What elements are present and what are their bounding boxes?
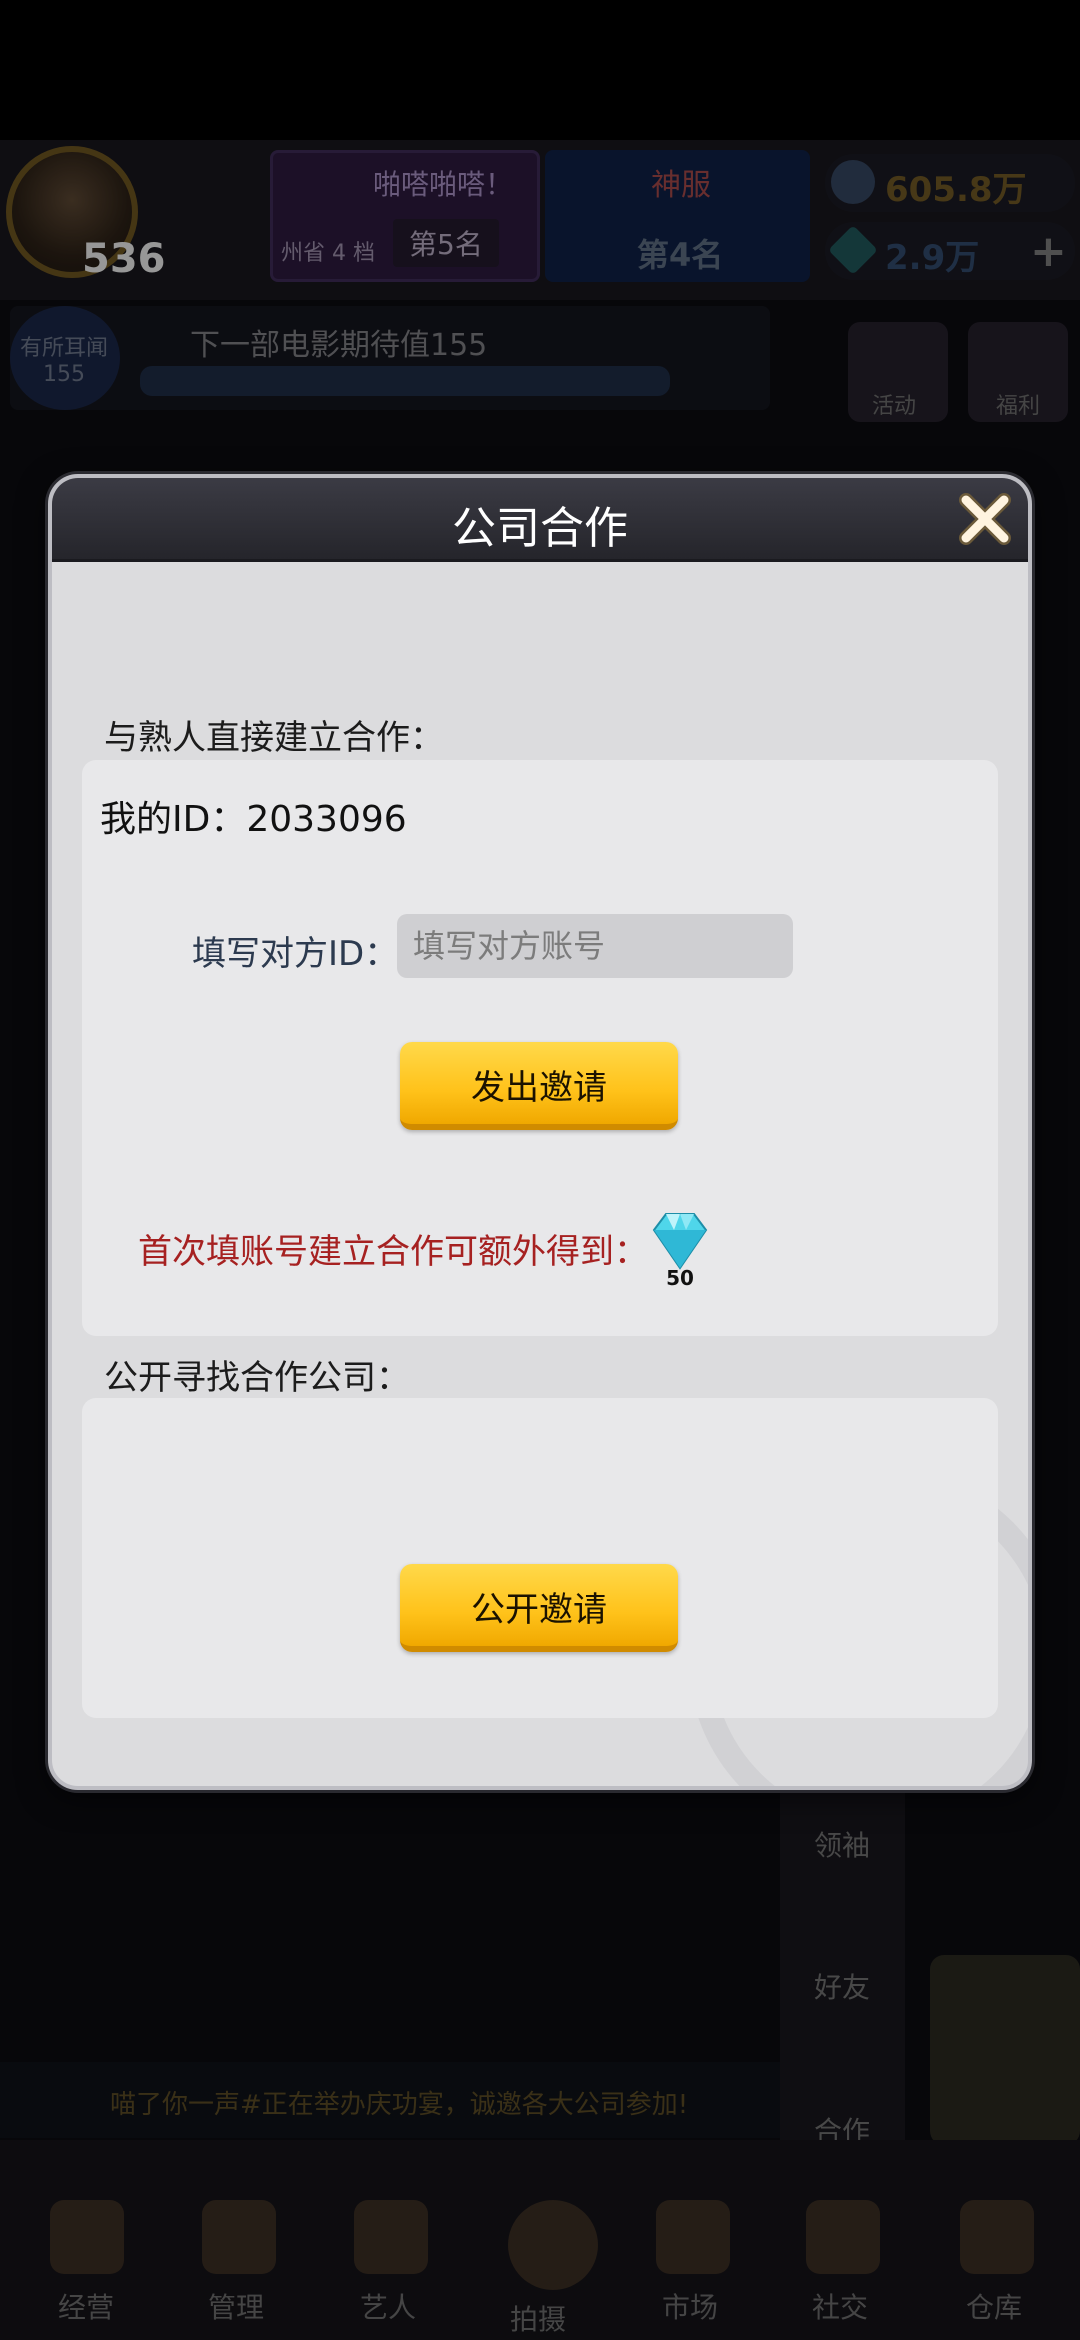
company-cooperation-dialog: 公司合作 与熟人直接建立合作： 我的ID：2033096 填写对方ID： 发出邀…: [48, 474, 1032, 1790]
send-invite-button[interactable]: 发出邀请: [400, 1042, 678, 1130]
public-search-panel: 公开邀请: [82, 1398, 998, 1718]
my-id-label: 我的ID：: [100, 799, 247, 840]
partner-id-input[interactable]: [397, 914, 793, 978]
dialog-header: 公司合作: [52, 478, 1028, 562]
my-id: 我的ID：2033096: [100, 790, 407, 842]
partner-id-label: 填写对方ID：: [192, 934, 399, 974]
close-button[interactable]: [954, 488, 1016, 550]
bonus-gem-count: 50: [666, 1266, 694, 1290]
direct-cooperation-label: 与熟人直接建立合作：: [104, 718, 444, 758]
public-invite-label: 公开邀请: [471, 1590, 607, 1630]
send-invite-label: 发出邀请: [471, 1068, 607, 1108]
dialog-title: 公司合作: [452, 503, 628, 554]
my-id-value: 2033096: [246, 799, 407, 840]
first-bonus-text: 首次填账号建立合作可额外得到：: [138, 1232, 648, 1272]
close-icon: [959, 493, 1011, 545]
public-search-label: 公开寻找合作公司：: [104, 1358, 410, 1398]
direct-cooperation-panel: 我的ID：2033096 填写对方ID： 发出邀请 首次填账号建立合作可额外得到…: [82, 760, 998, 1336]
public-invite-button[interactable]: 公开邀请: [400, 1564, 678, 1652]
